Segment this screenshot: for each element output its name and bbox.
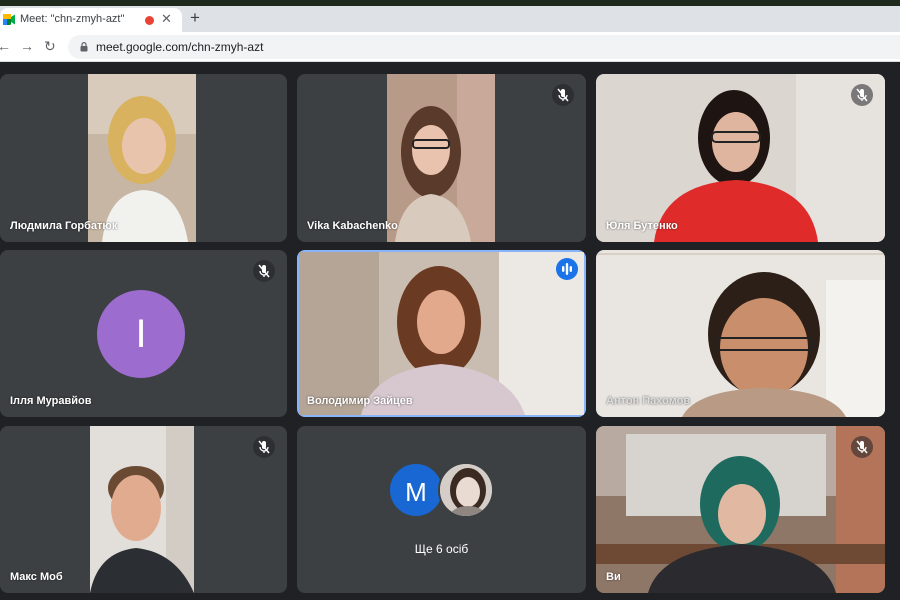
audio-level-icon [556, 258, 578, 280]
more-participants-tile[interactable]: M Ще 6 осіб [297, 426, 586, 593]
mic-off-icon [851, 84, 873, 106]
participant-avatar-photo [438, 462, 494, 518]
address-bar[interactable]: meet.google.com/chn-zmyh-azt [68, 35, 900, 59]
meet-video-grid: Людмила Горбатюк Vika Kabachenko Юля Бут… [0, 62, 900, 600]
participant-name: Володимир Зайцев [307, 395, 413, 407]
tab-bar: Meet: "chn-zmyh-azt" ✕ + [0, 6, 900, 32]
participant-tile[interactable]: Людмила Горбатюк [0, 74, 287, 242]
participant-video [90, 426, 194, 593]
participant-tile-active-speaker[interactable]: Володимир Зайцев [297, 250, 586, 417]
back-button[interactable]: ← [0, 37, 11, 55]
self-view-tile[interactable]: Ви [596, 426, 885, 593]
reload-button[interactable]: ↻ [44, 37, 56, 55]
participant-name: Антон Пахомов [606, 395, 691, 407]
mic-off-icon [253, 436, 275, 458]
participant-avatar: M [388, 462, 444, 518]
recording-indicator-icon [145, 16, 154, 25]
browser-toolbar: ← → ↻ meet.google.com/chn-zmyh-azt [0, 32, 900, 62]
participant-tile[interactable]: Юля Бутенко [596, 74, 885, 242]
participant-video [299, 252, 584, 415]
browser-tab[interactable]: Meet: "chn-zmyh-azt" ✕ [0, 8, 182, 32]
url-text: meet.google.com/chn-zmyh-azt [96, 40, 264, 54]
participant-video [387, 74, 495, 242]
participant-name: Ви [606, 571, 621, 583]
participant-name: Людмила Горбатюк [10, 220, 118, 232]
participant-video [596, 74, 885, 242]
participant-tile[interactable]: Антон Пахомов [596, 250, 885, 417]
self-video [596, 426, 885, 593]
more-participants-label: Ще 6 осіб [414, 542, 469, 556]
tab-title: Meet: "chn-zmyh-azt" [20, 13, 125, 25]
mic-off-icon [851, 436, 873, 458]
lock-icon [80, 42, 88, 52]
tab-close-button[interactable]: ✕ [161, 11, 172, 27]
participant-name: Vika Kabachenko [307, 220, 398, 232]
participant-tile[interactable]: I Ілля Муравйов [0, 250, 287, 417]
new-tab-button[interactable]: + [190, 9, 200, 27]
participant-name: Юля Бутенко [606, 220, 678, 232]
participant-video [88, 74, 196, 242]
participant-tile[interactable]: Макс Моб [0, 426, 287, 593]
participant-name: Ілля Муравйов [10, 395, 92, 407]
google-meet-icon [3, 14, 15, 25]
mic-off-icon [552, 84, 574, 106]
mic-off-icon [253, 260, 275, 282]
participant-tile[interactable]: Vika Kabachenko [297, 74, 586, 242]
forward-button[interactable]: → [20, 37, 34, 55]
participant-avatar: I [97, 290, 185, 378]
participant-name: Макс Моб [10, 571, 63, 583]
participant-video [596, 250, 885, 417]
